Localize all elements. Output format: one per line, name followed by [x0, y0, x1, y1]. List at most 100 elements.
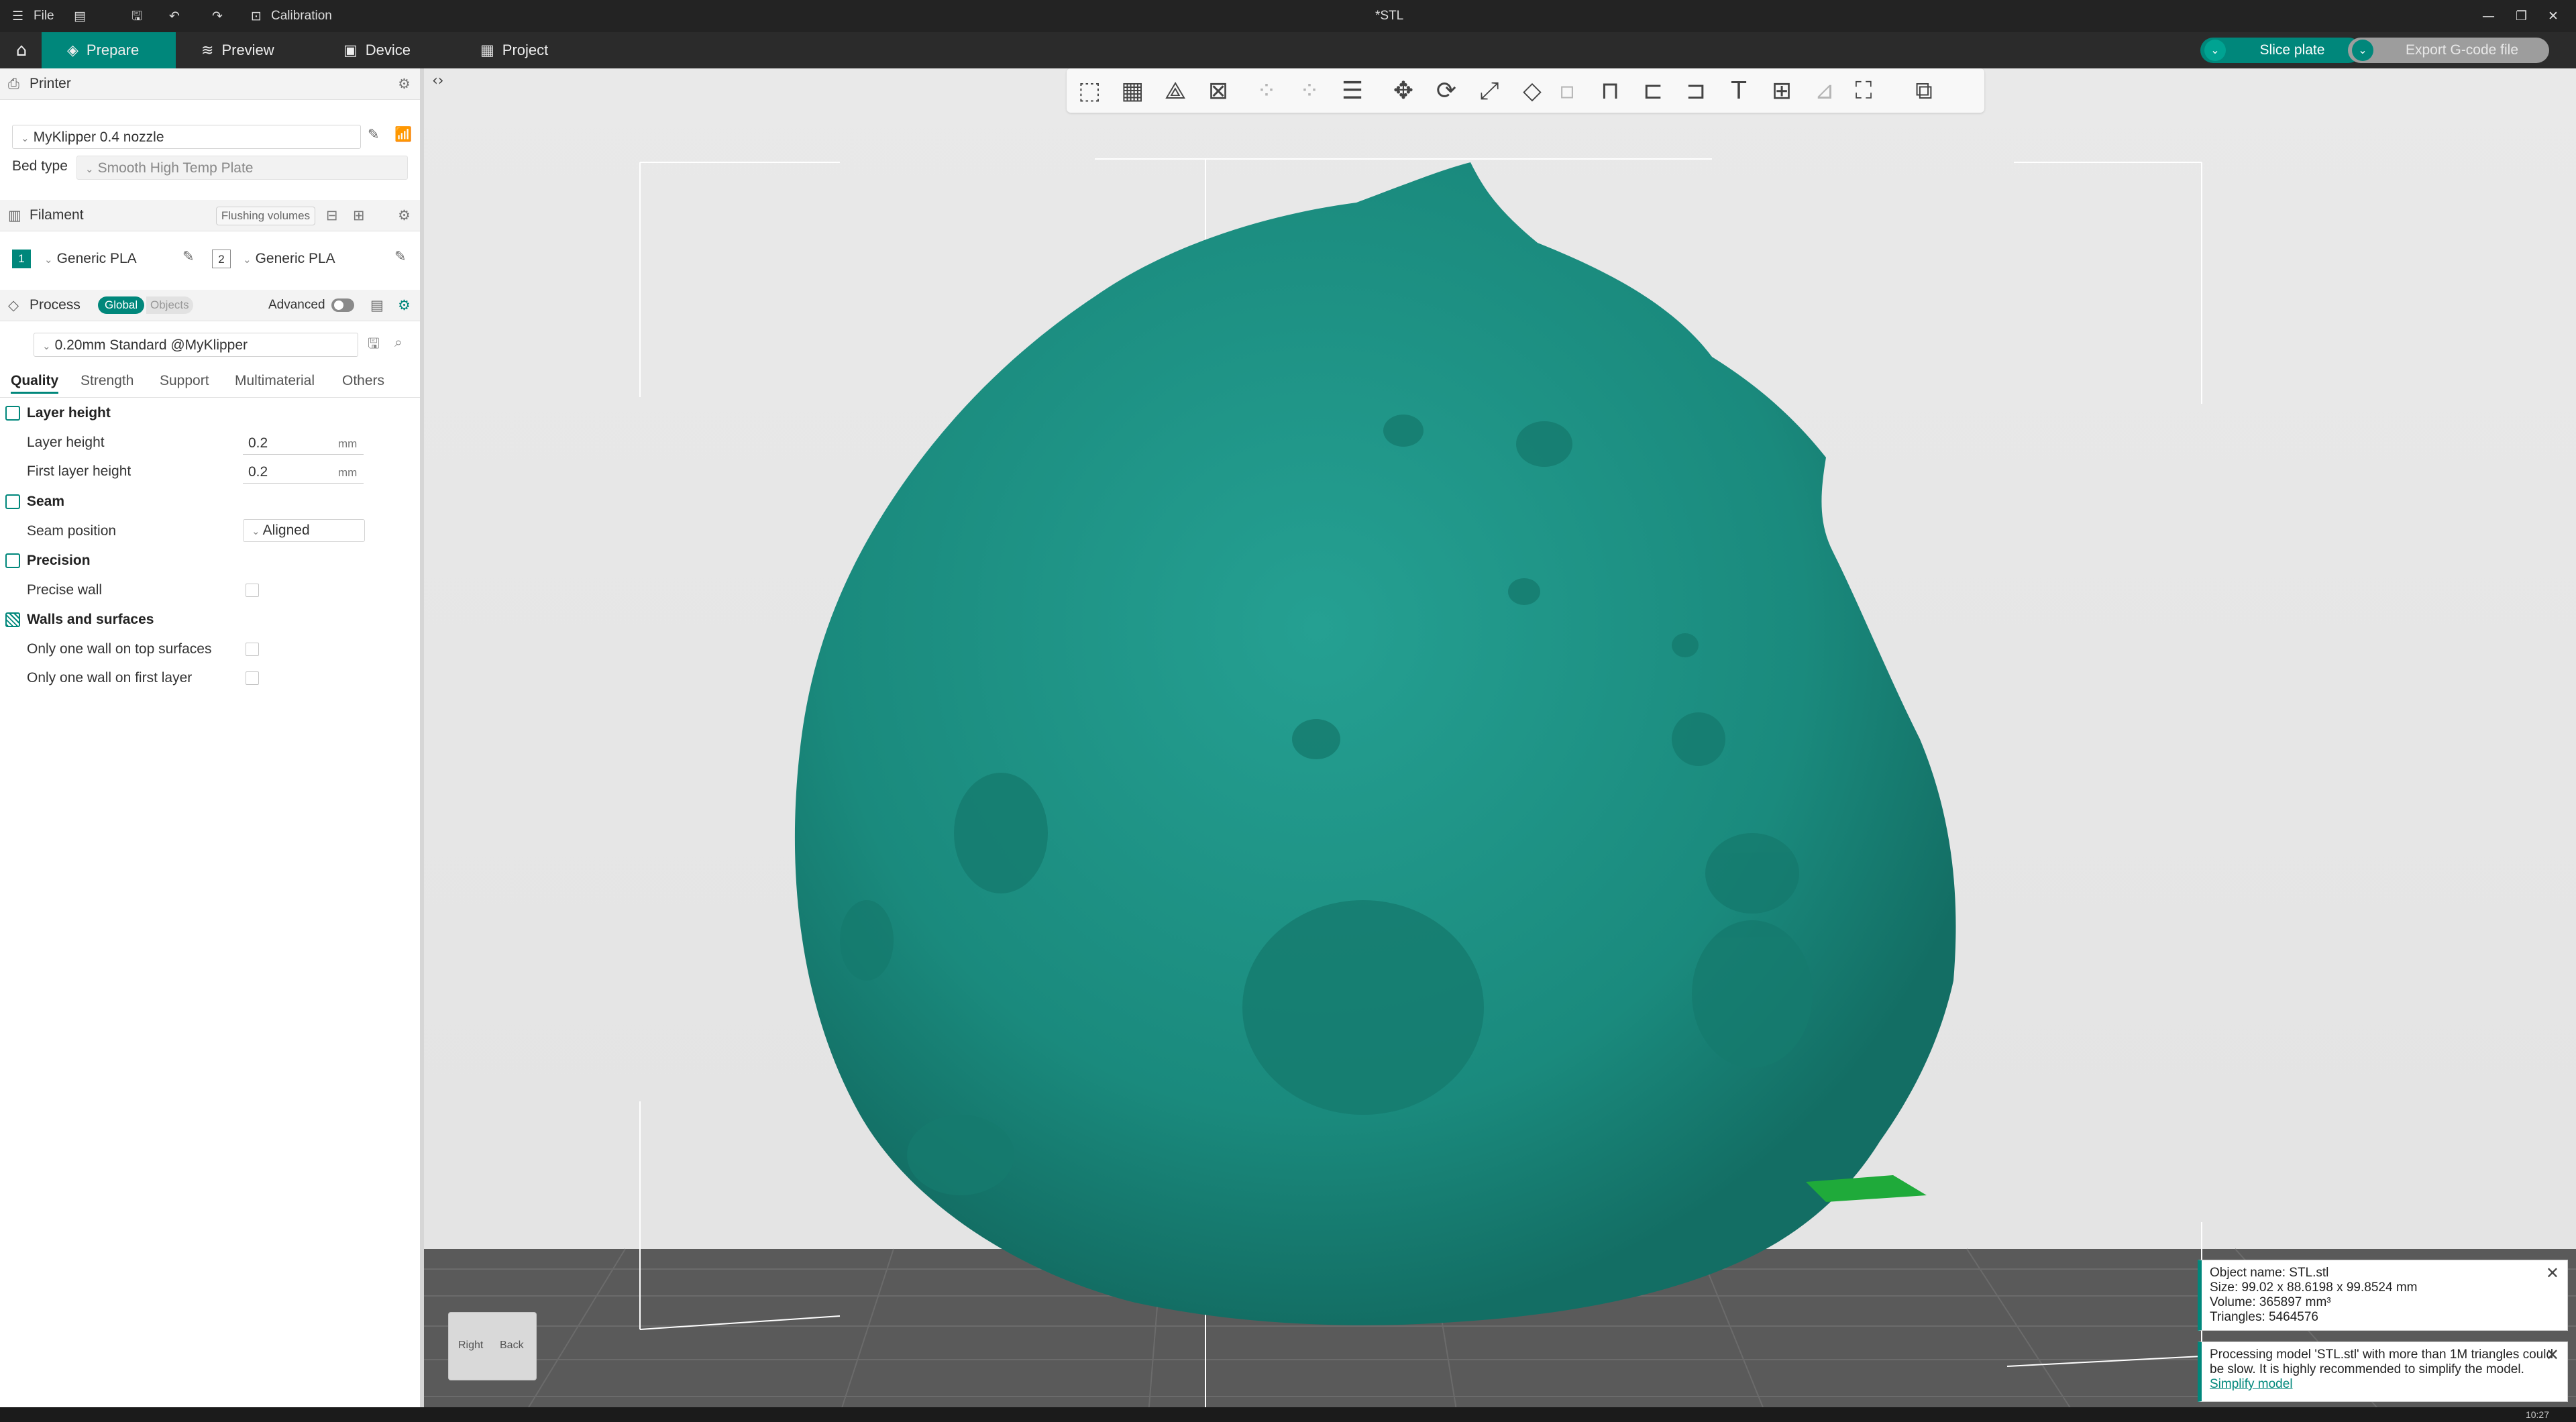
home-icon[interactable]: ⌂ — [8, 32, 35, 68]
seam-paint-icon[interactable]: ⊏ — [1637, 76, 1669, 106]
seam-position-label: Seam position — [27, 523, 117, 539]
close-icon[interactable]: ✕ — [2546, 1265, 2559, 1281]
scale-icon[interactable]: ⤢ — [1473, 76, 1505, 106]
split-parts-icon[interactable]: ⁘ — [1293, 76, 1326, 106]
page-icon[interactable]: ▤ — [74, 0, 86, 32]
tab-strength[interactable]: Strength — [80, 373, 133, 389]
add-plate-icon[interactable]: ▦ — [1116, 76, 1148, 106]
tab-others[interactable]: Others — [342, 373, 384, 389]
cut-icon[interactable]: ▫ — [1551, 76, 1583, 106]
export-dropdown-icon[interactable]: ⌄ — [2352, 40, 2373, 61]
remove-filament-icon[interactable]: ⊟ — [326, 200, 338, 231]
precision-group-title: Precision — [5, 547, 91, 574]
printer-select[interactable]: ⌄ MyKlipper 0.4 nozzle — [12, 125, 361, 149]
file-menu[interactable]: File — [34, 0, 54, 32]
filament-section-header[interactable]: ▥ Filament Flushing volumes ⊟ ⊞ ⚙ — [0, 200, 420, 231]
edit-printer-icon[interactable]: ✎ — [368, 126, 380, 142]
layer-height-group-title: Layer height — [5, 400, 111, 427]
view-cube-back[interactable]: Back — [500, 1339, 524, 1352]
seam-position-select[interactable]: ⌄ Aligned — [243, 519, 365, 542]
seam-icon — [5, 494, 20, 510]
warning-notification: Processing model 'STL.stl' with more tha… — [2198, 1342, 2568, 1402]
printer-settings-icon[interactable]: ⚙ — [398, 68, 411, 99]
object-size: Size: 99.02 x 88.6198 x 99.8524 mm — [2210, 1280, 2418, 1295]
advanced-label: Advanced — [268, 298, 325, 312]
rotate-icon[interactable]: ⟳ — [1430, 76, 1462, 106]
precision-group-label: Precision — [27, 553, 91, 568]
one-wall-top-label: Only one wall on top surfaces — [27, 641, 212, 657]
calibration-menu[interactable]: Calibration — [271, 0, 332, 32]
tab-device-label: Device — [365, 42, 411, 58]
chevron-down-icon: ⌄ — [42, 340, 51, 352]
document-title: *STL — [1375, 9, 1404, 23]
tab-support[interactable]: Support — [160, 373, 209, 389]
filament-slot-1-select[interactable]: ⌄ Generic PLA — [36, 247, 177, 271]
arrange-icon[interactable]: ⊠ — [1202, 76, 1234, 106]
auto-orient-icon[interactable]: ⟁ — [1159, 76, 1191, 106]
process-section-label: Process — [30, 297, 80, 313]
export-gcode-button[interactable]: ⌄ Export G-code file — [2348, 38, 2549, 63]
variable-layer-icon[interactable]: ☰ — [1336, 76, 1368, 106]
3d-viewport[interactable]: ‹› Right Back — [424, 68, 2576, 1414]
slice-dropdown-icon[interactable]: ⌄ — [2204, 40, 2226, 61]
split-objects-icon[interactable]: ⁘ — [1250, 76, 1283, 106]
chevron-down-icon: ⌄ — [21, 132, 30, 144]
close-window-icon[interactable]: ✕ — [2548, 0, 2559, 32]
filament-settings-icon[interactable]: ⚙ — [398, 200, 411, 231]
filament-slot-2-badge[interactable]: 2 — [212, 250, 231, 268]
lay-on-face-icon[interactable]: ◇ — [1516, 76, 1548, 106]
wifi-icon[interactable]: 📶 — [394, 126, 412, 143]
filament-slot-1-badge[interactable]: 1 — [12, 250, 31, 268]
edit-filament-2-icon[interactable]: ✎ — [394, 248, 407, 264]
one-wall-top-checkbox[interactable] — [246, 643, 259, 656]
process-preset-value: 0.20mm Standard @MyKlipper — [54, 337, 248, 353]
assembly-icon[interactable]: ⊿ — [1809, 76, 1841, 106]
global-toggle[interactable]: Global — [98, 296, 145, 314]
advanced-toggle[interactable] — [331, 298, 354, 312]
tab-prepare[interactable]: ◈ Prepare — [42, 32, 176, 68]
support-paint-icon[interactable]: ⊓ — [1594, 76, 1626, 106]
precise-wall-checkbox[interactable] — [246, 584, 259, 597]
process-settings-icon[interactable]: ⚙ — [398, 290, 411, 321]
printer-section-header[interactable]: ⎙ Printer ⚙ — [0, 68, 420, 100]
one-wall-first-layer-checkbox[interactable] — [246, 671, 259, 685]
layout-icon[interactable]: ⧉ — [1908, 76, 1940, 106]
file-menu-icon[interactable]: ☰ — [12, 0, 23, 32]
save-preset-icon[interactable]: 🖫 — [368, 334, 380, 358]
compare-icon[interactable]: ▤ — [370, 290, 384, 321]
save-icon[interactable]: 🖫 — [131, 0, 142, 32]
tab-project[interactable]: ▦ Project — [480, 32, 601, 68]
redo-icon[interactable]: ↷ — [212, 0, 223, 32]
collapse-sidebar-icon[interactable]: ‹› — [432, 72, 444, 89]
tab-device[interactable]: ▣ Device — [343, 32, 451, 68]
search-icon[interactable]: ⌕ — [394, 334, 402, 351]
objects-toggle[interactable]: Objects — [146, 296, 193, 314]
slice-plate-button[interactable]: ⌄ Slice plate — [2200, 38, 2361, 63]
tab-multimaterial[interactable]: Multimaterial — [235, 373, 315, 389]
tab-preview-label: Preview — [221, 42, 274, 58]
move-icon[interactable]: ✥ — [1387, 76, 1419, 106]
measure-icon[interactable]: ⊞ — [1766, 76, 1798, 106]
simplify-model-link[interactable]: Simplify model — [2210, 1377, 2293, 1391]
close-icon[interactable]: ✕ — [2546, 1347, 2559, 1363]
text-icon[interactable]: T — [1723, 76, 1755, 106]
add-filament-icon[interactable]: ⊞ — [353, 200, 365, 231]
filament-slot-2-select[interactable]: ⌄ Generic PLA — [235, 247, 389, 271]
warning-text: Processing model 'STL.stl' with more tha… — [2210, 1348, 2554, 1376]
minimize-icon[interactable]: — — [2482, 0, 2495, 32]
restore-icon[interactable]: ❐ — [2516, 0, 2527, 32]
add-object-icon[interactable]: ⬚ — [1073, 76, 1106, 106]
flushing-volumes-button[interactable]: Flushing volumes — [216, 207, 315, 225]
tab-preview[interactable]: ≋ Preview — [201, 32, 322, 68]
fullscreen-icon[interactable]: ⛶ — [1847, 76, 1880, 106]
bed-type-select[interactable]: ⌄ Smooth High Temp Plate — [76, 156, 408, 180]
color-paint-icon[interactable]: ⊐ — [1680, 76, 1712, 106]
process-preset-select[interactable]: ⌄ 0.20mm Standard @MyKlipper — [34, 333, 358, 357]
tab-quality[interactable]: Quality — [11, 373, 59, 394]
process-section-header[interactable]: ◇ Process Global Objects Advanced ▤ ⚙ — [0, 290, 420, 321]
edit-filament-1-icon[interactable]: ✎ — [182, 248, 195, 264]
view-cube[interactable]: Right Back — [448, 1312, 537, 1380]
seam-group-title: Seam — [5, 488, 64, 515]
view-cube-right[interactable]: Right — [458, 1339, 483, 1352]
undo-icon[interactable]: ↶ — [169, 0, 180, 32]
